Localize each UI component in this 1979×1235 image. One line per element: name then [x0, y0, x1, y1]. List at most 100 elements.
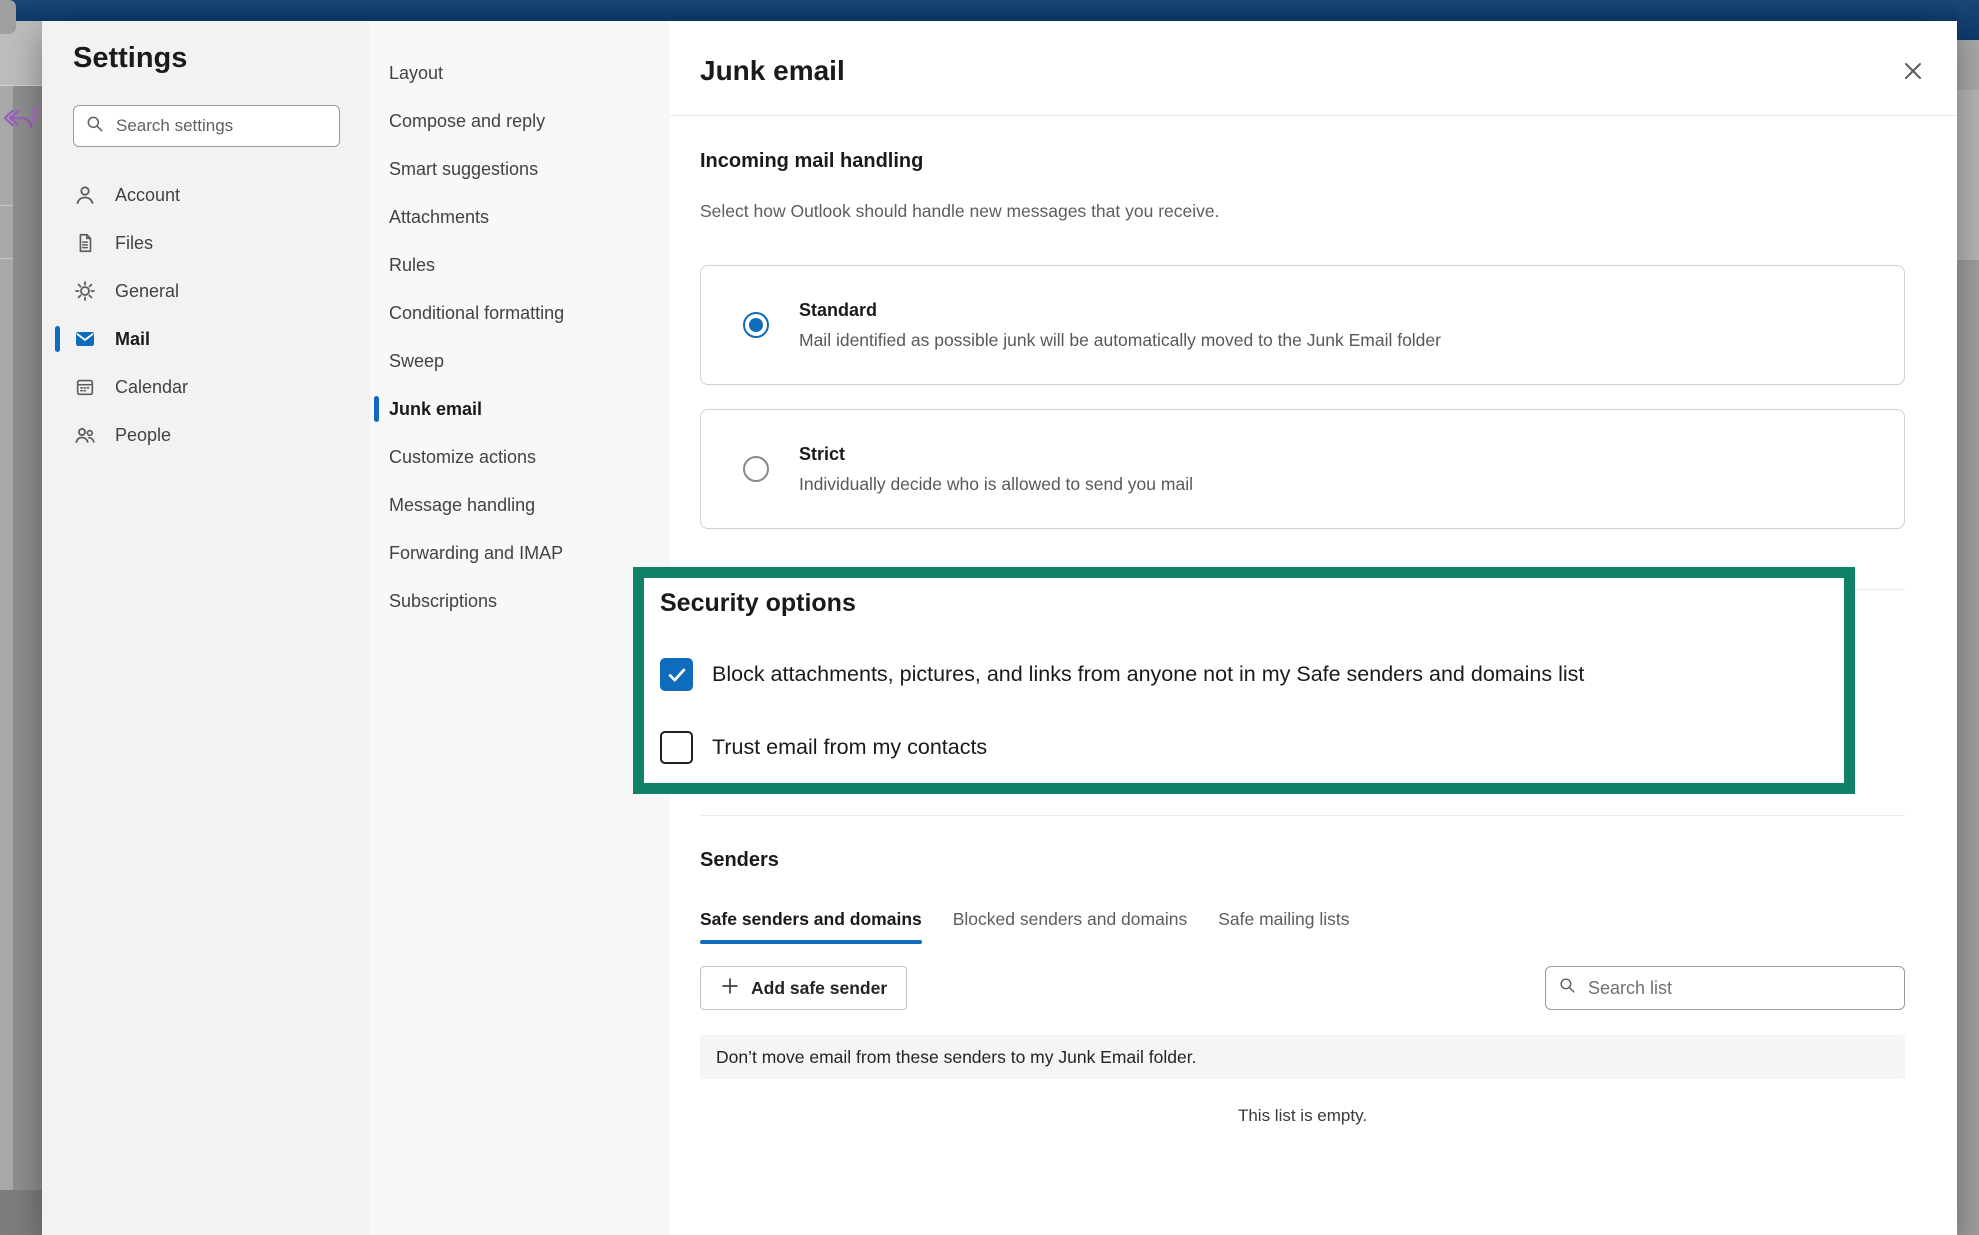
nav-item-attachments[interactable]: Attachments — [389, 193, 670, 241]
calendar-icon — [73, 375, 97, 399]
option-description: Mail identified as possible junk will be… — [799, 330, 1441, 351]
close-icon — [1900, 58, 1926, 84]
nav-item-label: Customize actions — [389, 447, 536, 468]
list-info-bar: Don’t move email from these senders to m… — [700, 1035, 1905, 1079]
checkbox-row-trust-contacts[interactable]: Trust email from my contacts — [660, 731, 1844, 764]
mail-settings-nav: Layout Compose and reply Smart suggestio… — [370, 21, 670, 1235]
list-search-box[interactable] — [1545, 966, 1905, 1010]
nav-item-label: Forwarding and IMAP — [389, 543, 563, 564]
nav-item-label: Subscriptions — [389, 591, 497, 612]
divider — [0, 258, 13, 259]
document-icon — [73, 231, 97, 255]
nav-item-compose-and-reply[interactable]: Compose and reply — [389, 97, 670, 145]
mail-icon — [73, 327, 97, 351]
nav-item-junk-email[interactable]: Junk email — [389, 385, 670, 433]
nav-item-label: Layout — [389, 63, 443, 84]
add-safe-sender-button[interactable]: Add safe sender — [700, 966, 907, 1010]
nav-item-sweep[interactable]: Sweep — [389, 337, 670, 385]
checkbox-checked[interactable] — [660, 658, 693, 691]
nav-item-label: Smart suggestions — [389, 159, 538, 180]
panel-header: Junk email — [670, 21, 1957, 115]
empty-list-message: This list is empty. — [700, 1106, 1905, 1126]
plus-icon — [720, 976, 740, 1001]
security-options-highlight-box: Security options Block attachments, pict… — [633, 567, 1855, 794]
incoming-mail-heading: Incoming mail handling — [700, 148, 1905, 174]
checkmark-icon — [666, 664, 688, 686]
list-toolbar: Add safe sender — [700, 966, 1905, 1010]
tab-safe-senders-and-domains[interactable]: Safe senders and domains — [700, 909, 922, 944]
add-safe-sender-label: Add safe sender — [751, 978, 887, 999]
nav-item-customize-actions[interactable]: Customize actions — [389, 433, 670, 481]
nav-item-forwarding-and-imap[interactable]: Forwarding and IMAP — [389, 529, 670, 577]
option-texts: Strict Individually decide who is allowe… — [799, 444, 1193, 495]
scrollbar-track — [1957, 90, 1979, 260]
nav-item-message-handling[interactable]: Message handling — [389, 481, 670, 529]
senders-heading: Senders — [700, 847, 1905, 873]
checkbox-unchecked[interactable] — [660, 731, 693, 764]
list-search-input[interactable] — [1586, 977, 1892, 1000]
background-pane-edge — [0, 21, 13, 1235]
option-description: Individually decide who is allowed to se… — [799, 474, 1193, 495]
nav-item-label: Conditional formatting — [389, 303, 564, 324]
nav-item-smart-suggestions[interactable]: Smart suggestions — [389, 145, 670, 193]
option-card-strict[interactable]: Strict Individually decide who is allowe… — [700, 409, 1905, 529]
option-texts: Standard Mail identified as possible jun… — [799, 300, 1441, 351]
checkbox-label: Trust email from my contacts — [712, 735, 987, 760]
sidebar-item-label: Mail — [115, 329, 150, 350]
sidebar-item-calendar[interactable]: Calendar — [73, 363, 370, 411]
nav-item-label: Message handling — [389, 495, 535, 516]
checkbox-label: Block attachments, pictures, and links f… — [712, 662, 1584, 687]
settings-sidebar: Settings Account Files — [42, 21, 370, 1235]
settings-search[interactable] — [73, 105, 340, 147]
selected-indicator — [55, 326, 60, 352]
background-titlebar-edge — [1957, 0, 1979, 40]
search-icon — [1558, 976, 1577, 1000]
background-statusbar-edge — [0, 1190, 42, 1235]
sidebar-item-files[interactable]: Files — [73, 219, 370, 267]
senders-tabs: Safe senders and domains Blocked senders… — [700, 909, 1905, 944]
people-icon — [73, 423, 97, 447]
radio-strict-unselected[interactable] — [743, 456, 769, 482]
nav-item-label: Rules — [389, 255, 435, 276]
nav-item-label: Attachments — [389, 207, 489, 228]
nav-item-label: Compose and reply — [389, 111, 545, 132]
junk-email-panel: Junk email Incoming mail handling Select… — [670, 21, 1957, 1235]
nav-item-rules[interactable]: Rules — [389, 241, 670, 289]
settings-search-input[interactable] — [114, 115, 328, 137]
option-card-standard[interactable]: Standard Mail identified as possible jun… — [700, 265, 1905, 385]
background-pane-edge — [1957, 40, 1979, 90]
sidebar-item-account[interactable]: Account — [73, 171, 370, 219]
app-titlebar — [0, 0, 1979, 21]
nav-item-label: Sweep — [389, 351, 444, 372]
tab-blocked-senders-and-domains[interactable]: Blocked senders and domains — [953, 909, 1187, 944]
radio-standard-selected[interactable] — [743, 312, 769, 338]
sidebar-item-general[interactable]: General — [73, 267, 370, 315]
settings-category-list: Account Files General Mail — [73, 171, 370, 459]
security-options-heading: Security options — [660, 586, 1844, 620]
clipped-background-text: R — [30, 101, 42, 132]
sidebar-item-people[interactable]: People — [73, 411, 370, 459]
tab-safe-mailing-lists[interactable]: Safe mailing lists — [1218, 909, 1349, 944]
sidebar-item-mail[interactable]: Mail — [73, 315, 370, 363]
gear-icon — [73, 279, 97, 303]
background-app-right-edge — [1957, 0, 1979, 1235]
divider — [700, 815, 1905, 816]
sidebar-item-label: Account — [115, 185, 180, 206]
search-icon — [85, 114, 105, 139]
nav-item-subscriptions[interactable]: Subscriptions — [389, 577, 670, 625]
settings-dialog-title: Settings — [73, 37, 370, 79]
option-label: Standard — [799, 300, 1441, 321]
settings-dialog: Settings Account Files — [42, 21, 1957, 1235]
close-button[interactable] — [1893, 51, 1933, 91]
option-label: Strict — [799, 444, 1193, 465]
incoming-mail-subtitle: Select how Outlook should handle new mes… — [700, 200, 1905, 222]
nav-item-layout[interactable]: Layout — [389, 49, 670, 97]
divider — [0, 205, 13, 206]
person-icon — [73, 183, 97, 207]
sidebar-item-label: Calendar — [115, 377, 188, 398]
nav-item-conditional-formatting[interactable]: Conditional formatting — [389, 289, 670, 337]
background-app-left-edge: R — [0, 21, 42, 1235]
browser-tab-stub — [0, 0, 16, 34]
checkbox-row-block-attachments[interactable]: Block attachments, pictures, and links f… — [660, 658, 1844, 691]
divider — [670, 115, 1957, 116]
